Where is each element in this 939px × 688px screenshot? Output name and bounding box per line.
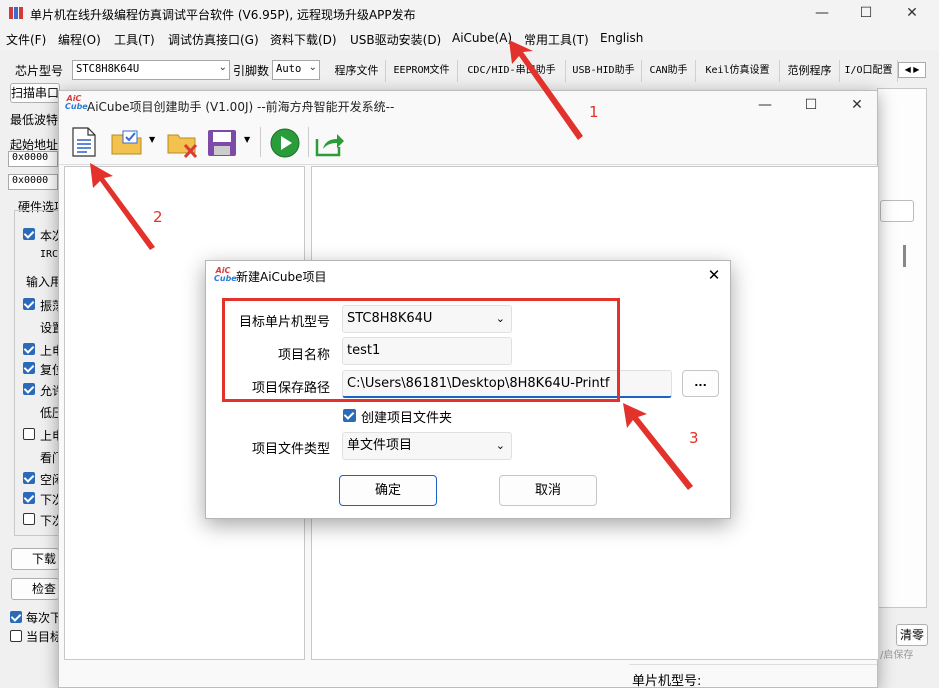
annotation-number-3: 3	[689, 429, 699, 447]
arrow-2	[90, 163, 155, 250]
annotation-number-2: 2	[153, 208, 163, 226]
annotation-number-1: 1	[589, 103, 599, 121]
arrow-3	[623, 403, 693, 490]
annotation-arrows	[90, 40, 693, 490]
arrow-1	[509, 40, 583, 140]
